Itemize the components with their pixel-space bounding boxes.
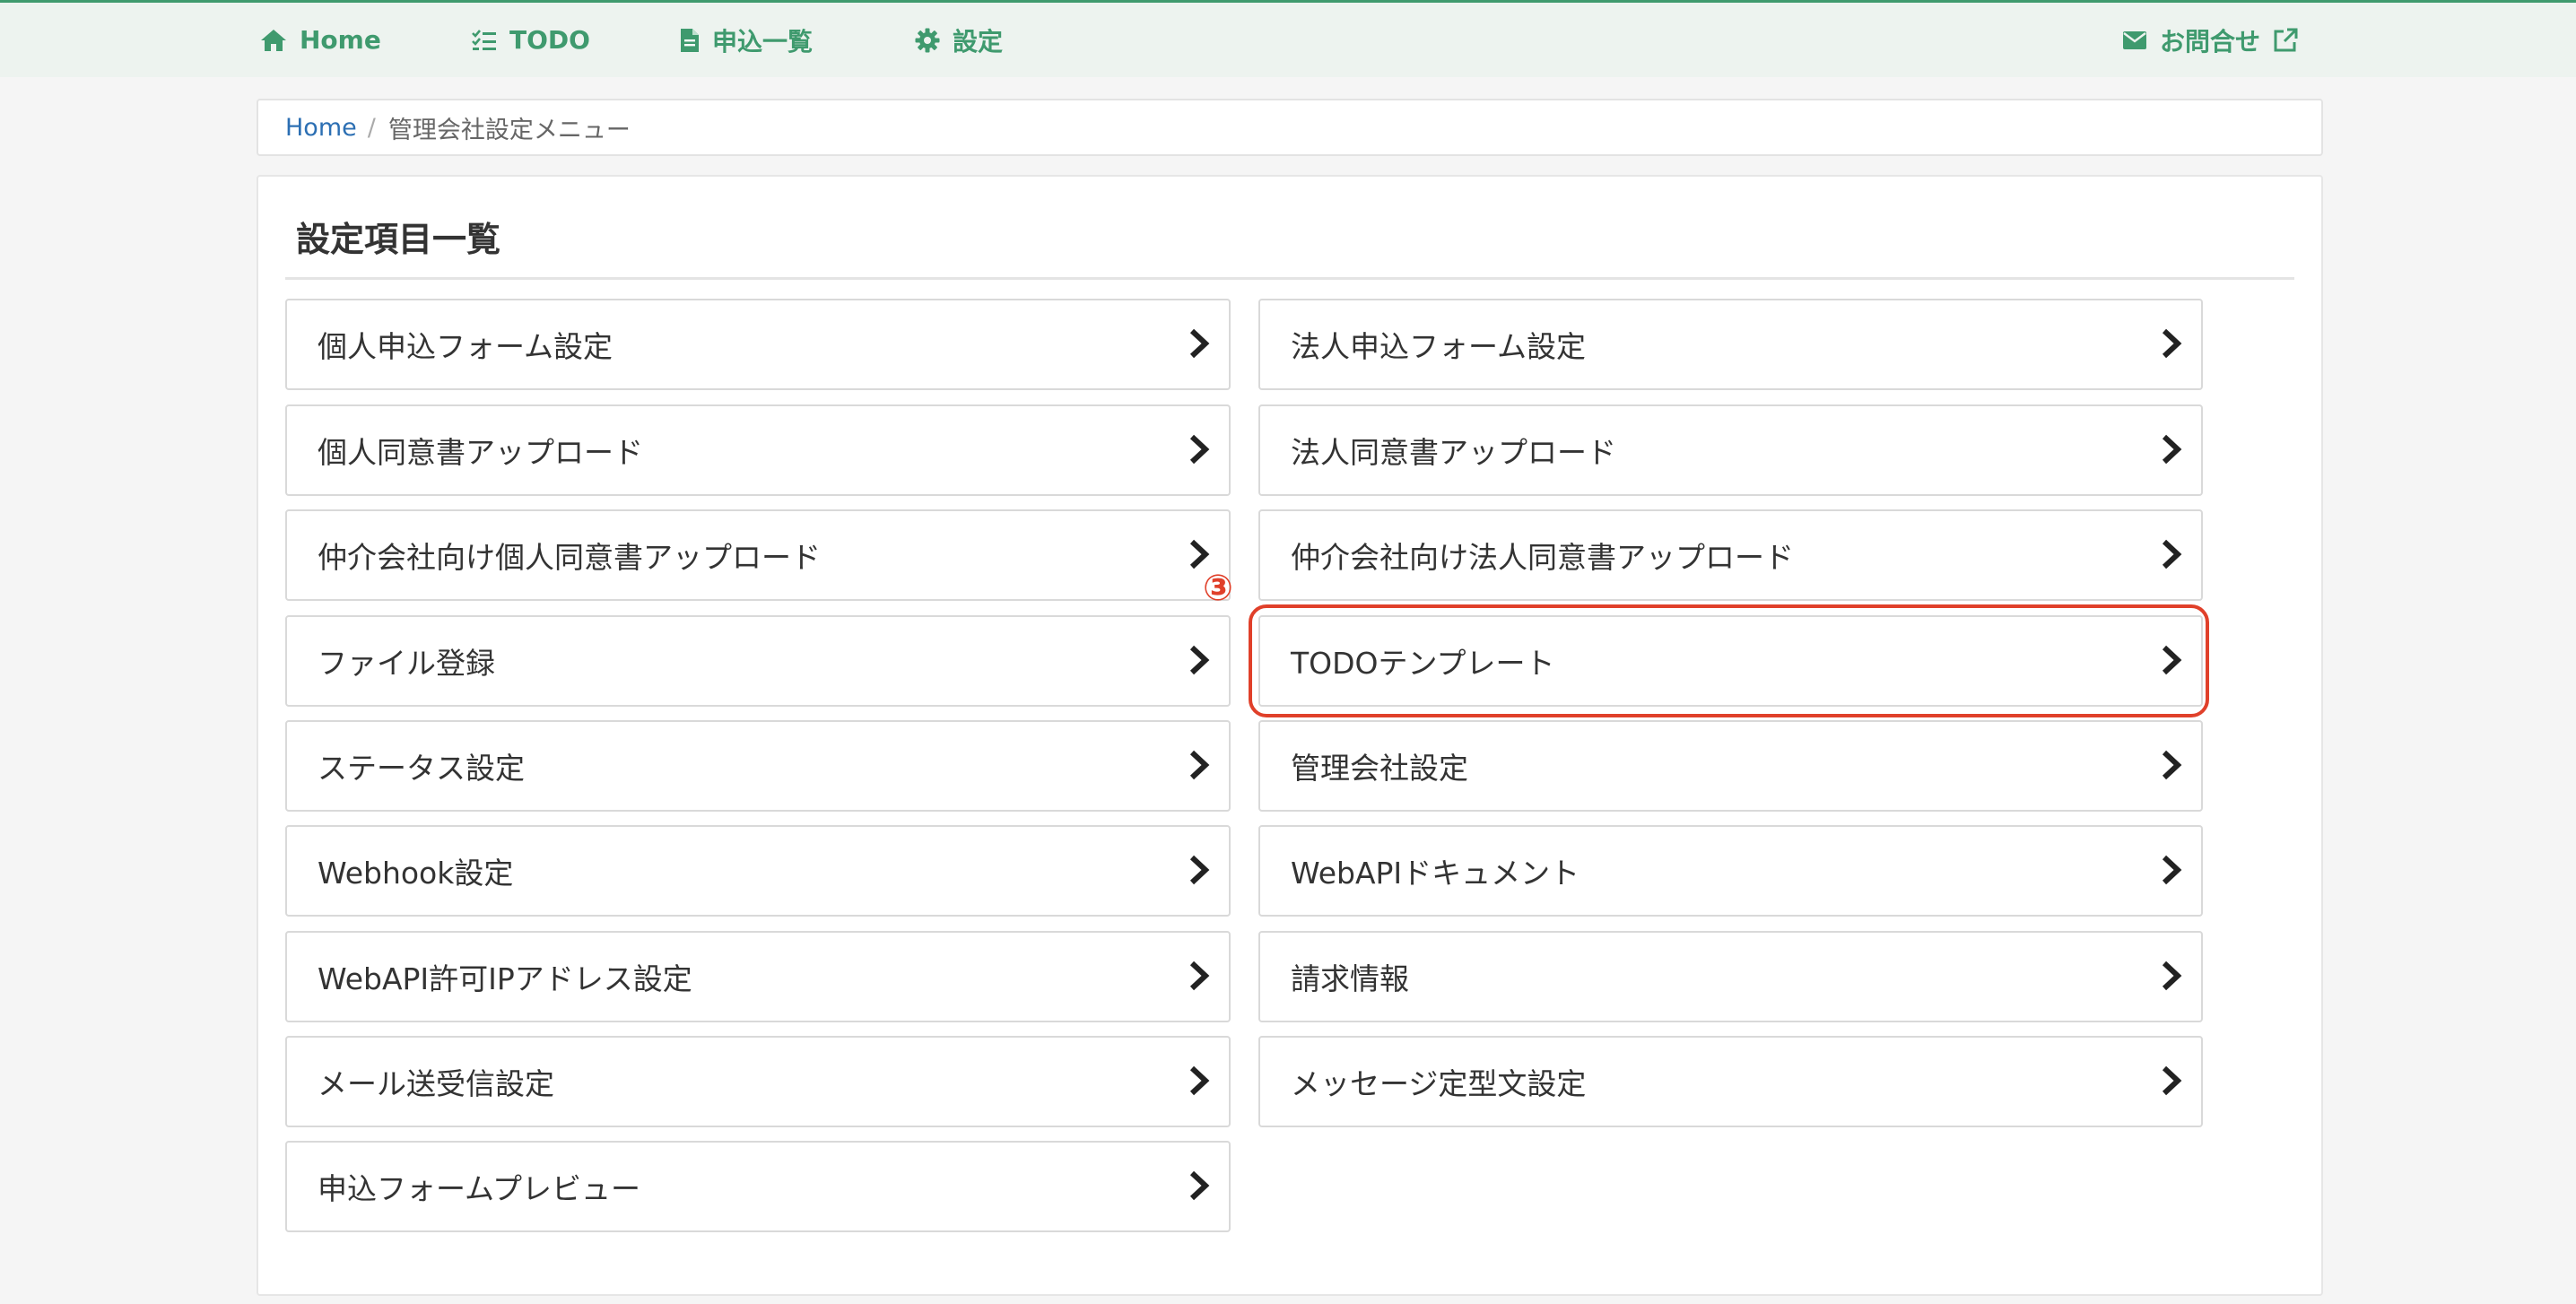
menu-item-label: 申込フォームプレビュー	[318, 1171, 641, 1206]
menu-item-label: 法人申込フォーム設定	[1291, 329, 1587, 364]
chevron-right-icon	[1189, 961, 1210, 991]
menu-item-individual-consent-upload[interactable]: 個人同意書アップロード	[285, 404, 1231, 496]
nav-todo-label: TODO	[509, 25, 590, 55]
menu-item-message-template-settings[interactable]: メッセージ定型文設定	[1258, 1036, 2203, 1127]
chevron-right-icon	[2162, 750, 2182, 780]
chevron-right-icon	[1189, 434, 1210, 465]
menu-item-individual-application-form[interactable]: 個人申込フォーム設定	[285, 299, 1231, 390]
menu-item-label: 個人同意書アップロード	[318, 435, 643, 470]
chevron-right-icon	[1189, 855, 1210, 885]
menu-item-label: 請求情報	[1291, 961, 1409, 996]
menu-item-label: WebAPI許可IPアドレス設定	[318, 961, 692, 996]
menu-item-label: ステータス設定	[318, 751, 525, 786]
chevron-right-icon	[2162, 961, 2182, 991]
checklist-icon	[472, 29, 496, 50]
nav-applications[interactable]: 申込一覧	[680, 3, 813, 77]
menu-item-label: 管理会社設定	[1291, 751, 1468, 786]
chevron-right-icon	[1189, 539, 1210, 569]
envelope-icon	[2123, 30, 2146, 49]
chevron-right-icon	[2162, 328, 2182, 359]
chevron-right-icon	[2162, 539, 2182, 569]
home-icon	[261, 29, 286, 51]
menu-item-corporate-application-form[interactable]: 法人申込フォーム設定	[1258, 299, 2203, 390]
nav-contact[interactable]: お問合せ	[2122, 3, 2298, 77]
nav-settings[interactable]: 設定	[915, 3, 1003, 77]
menu-item-webhook-settings[interactable]: Webhook設定	[285, 825, 1231, 917]
menu-item-application-form-preview[interactable]: 申込フォームプレビュー	[285, 1141, 1231, 1232]
menu-item-corporate-consent-upload[interactable]: 法人同意書アップロード	[1258, 404, 2203, 496]
chevron-right-icon	[1189, 750, 1210, 780]
chevron-right-icon	[2162, 434, 2182, 465]
title-divider	[285, 277, 2294, 280]
nav-home[interactable]: Home	[260, 3, 381, 77]
menu-item-mail-settings[interactable]: メール送受信設定	[285, 1036, 1231, 1127]
menu-item-management-company-settings[interactable]: 管理会社設定	[1258, 720, 2203, 812]
page-title: 設定項目一覧	[296, 220, 501, 259]
menu-item-broker-individual-consent-upload[interactable]: 仲介会社向け個人同意書アップロード	[285, 509, 1231, 601]
gear-icon	[915, 28, 940, 52]
menu-item-label: ファイル登録	[318, 646, 495, 681]
top-navbar: Home TODO 申込一覧 設定 お問合せ	[0, 0, 2576, 77]
breadcrumb-current: 管理会社設定メニュー	[387, 116, 631, 144]
chevron-right-icon	[1189, 328, 1210, 359]
menu-item-label: 個人申込フォーム設定	[318, 329, 614, 364]
menu-item-label: メール送受信設定	[318, 1066, 554, 1101]
breadcrumb-home-link[interactable]: Home	[285, 114, 357, 142]
breadcrumb: Home / 管理会社設定メニュー	[257, 99, 2323, 156]
external-link-icon	[2274, 28, 2298, 51]
chevron-right-icon	[1189, 1170, 1210, 1201]
menu-item-label: Webhook設定	[318, 856, 514, 891]
step-marker: ③	[1203, 568, 1233, 609]
menu-item-webapi-documentation[interactable]: WebAPIドキュメント	[1258, 825, 2203, 917]
nav-contact-label: お問合せ	[2160, 26, 2261, 57]
menu-item-label: 仲介会社向け法人同意書アップロード	[1291, 540, 1794, 575]
nav-settings-label: 設定	[953, 26, 1004, 57]
nav-todo[interactable]: TODO	[472, 3, 590, 77]
chevron-right-icon	[2162, 1065, 2182, 1096]
menu-item-webapi-ip-settings[interactable]: WebAPI許可IPアドレス設定	[285, 931, 1231, 1022]
chevron-right-icon	[1189, 1065, 1210, 1096]
nav-home-label: Home	[300, 25, 381, 55]
menu-item-label: メッセージ定型文設定	[1291, 1066, 1587, 1101]
menu-item-label: WebAPIドキュメント	[1291, 856, 1580, 891]
menu-item-status-settings[interactable]: ステータス設定	[285, 720, 1231, 812]
menu-item-billing-info[interactable]: 請求情報	[1258, 931, 2203, 1022]
chevron-right-icon	[1189, 645, 1210, 675]
nav-applications-label: 申込一覧	[712, 26, 814, 57]
menu-item-file-registration[interactable]: ファイル登録	[285, 615, 1231, 707]
chevron-right-icon	[2162, 855, 2182, 885]
menu-item-label: 法人同意書アップロード	[1291, 435, 1616, 470]
menu-item-label: 仲介会社向け個人同意書アップロード	[318, 540, 821, 575]
breadcrumb-separator: /	[367, 113, 376, 142]
highlight-annotation-box	[1249, 604, 2209, 717]
menu-item-broker-corporate-consent-upload[interactable]: 仲介会社向け法人同意書アップロード	[1258, 509, 2203, 601]
document-icon	[681, 28, 699, 52]
